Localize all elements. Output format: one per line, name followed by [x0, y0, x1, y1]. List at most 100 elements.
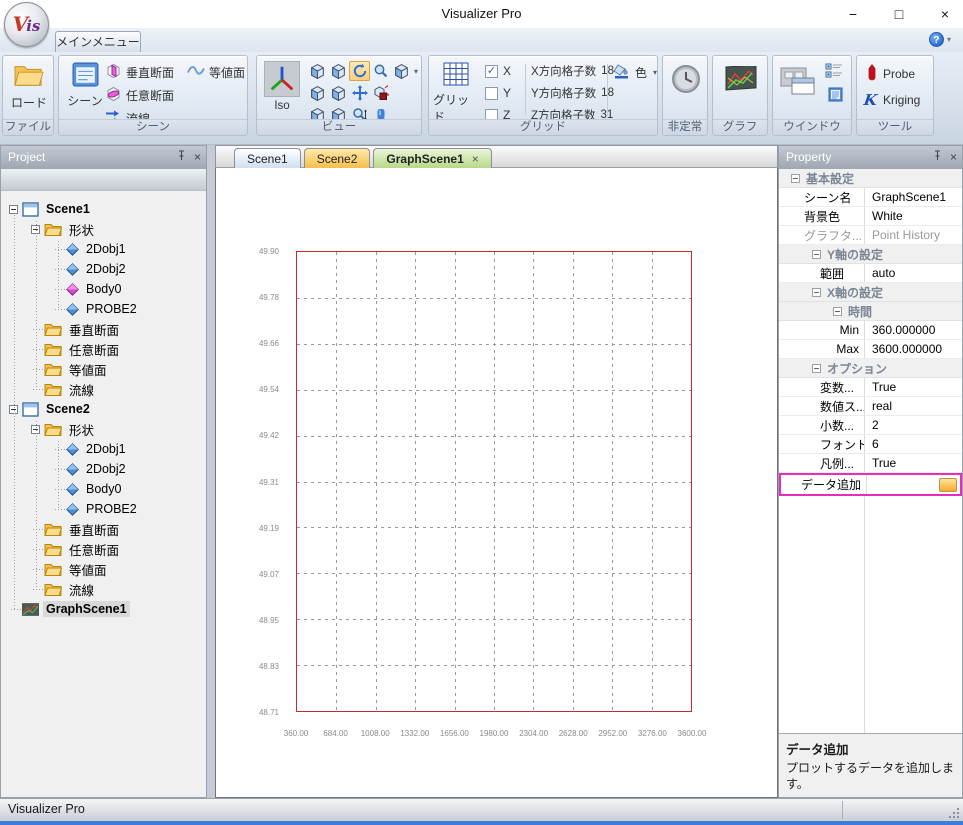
- help-dropdown-caret[interactable]: ▾: [947, 35, 951, 44]
- view-tool-cube-button[interactable]: [307, 61, 328, 81]
- tree-item-GraphScene1[interactable]: GraphScene1: [1, 599, 206, 619]
- view-tool-cube-button[interactable]: [328, 83, 349, 103]
- property-value[interactable]: White: [872, 209, 903, 223]
- tree-item-PROBE2[interactable]: PROBE2: [1, 299, 206, 319]
- tree-item-等値面[interactable]: 等値面: [1, 359, 206, 379]
- tree-item-2Dobj2[interactable]: 2Dobj2: [1, 259, 206, 279]
- iso-view-button[interactable]: Iso: [262, 61, 302, 119]
- probe-button[interactable]: Probe: [867, 62, 915, 86]
- tree-item-流線[interactable]: 流線: [1, 579, 206, 599]
- tree-item-label[interactable]: 2Dobj2: [83, 461, 129, 477]
- tree-item-形状[interactable]: 形状: [1, 219, 206, 239]
- maximize-button[interactable]: □: [889, 6, 909, 22]
- document-tab-Scene1[interactable]: Scene1: [234, 148, 301, 168]
- section-collapse-icon[interactable]: [833, 307, 842, 316]
- tree-item-label[interactable]: 2Dobj2: [83, 261, 129, 277]
- tree-item-label[interactable]: 任意断面: [66, 539, 122, 560]
- checkbox-checked-icon[interactable]: ✓: [485, 65, 498, 78]
- arbitrary-section-button[interactable]: 任意断面: [105, 85, 174, 105]
- load-button[interactable]: ロード: [6, 61, 52, 111]
- tree-item-label[interactable]: 等値面: [66, 559, 110, 580]
- property-value[interactable]: 6: [872, 437, 879, 451]
- tree-item-2Dobj2[interactable]: 2Dobj2: [1, 459, 206, 479]
- property-section-オプション[interactable]: オプション: [779, 359, 962, 378]
- tree-item-任意断面[interactable]: 任意断面: [1, 339, 206, 359]
- view-tool-cube-drop-button[interactable]: [391, 61, 412, 81]
- tab-main-menu[interactable]: メインメニュー: [55, 31, 141, 52]
- pin-icon[interactable]: [933, 150, 942, 164]
- grid-button[interactable]: グリッド: [433, 62, 479, 125]
- tree-item-label[interactable]: 垂直断面: [66, 519, 122, 540]
- property-value[interactable]: Point History: [872, 228, 940, 242]
- tree-item-Body0[interactable]: Body0: [1, 279, 206, 299]
- tree-item-label[interactable]: 流線: [66, 579, 97, 600]
- property-value[interactable]: 3600.000000: [872, 342, 942, 356]
- tree-item-label[interactable]: PROBE2: [83, 301, 140, 317]
- checkbox-unchecked-icon[interactable]: [485, 87, 498, 100]
- property-value[interactable]: auto: [872, 266, 895, 280]
- graph-canvas[interactable]: 49.9049.7849.6649.5449.4249.3149.1949.07…: [215, 168, 778, 798]
- property-value[interactable]: 360.000000: [872, 323, 935, 337]
- section-collapse-icon[interactable]: [812, 288, 821, 297]
- tree-item-垂直断面[interactable]: 垂直断面: [1, 519, 206, 539]
- tree-item-流線[interactable]: 流線: [1, 379, 206, 399]
- tree-item-label[interactable]: 流線: [66, 379, 97, 400]
- section-collapse-icon[interactable]: [791, 174, 800, 183]
- scene-button[interactable]: シーン: [63, 62, 107, 109]
- property-value[interactable]: True: [872, 380, 896, 394]
- color-dropdown-caret[interactable]: ▾: [653, 68, 657, 77]
- help-icon[interactable]: ?: [929, 32, 944, 47]
- tree-item-label[interactable]: Scene2: [43, 401, 93, 417]
- property-value[interactable]: GraphScene1: [872, 190, 946, 204]
- view-tool-rotate-button[interactable]: [349, 61, 370, 81]
- grid-axis-checkbox-Y[interactable]: Y: [485, 82, 511, 104]
- tree-item-Scene1[interactable]: Scene1: [1, 199, 206, 219]
- panel-close-icon[interactable]: ×: [950, 150, 957, 164]
- close-button[interactable]: ×: [935, 6, 955, 22]
- document-tab-Scene2[interactable]: Scene2: [304, 148, 371, 168]
- isosurface-button[interactable]: 等値面: [187, 62, 245, 82]
- window-document-button[interactable]: [828, 86, 843, 106]
- grid-axis-checkbox-X[interactable]: ✓X: [485, 60, 511, 82]
- window-list-button[interactable]: [825, 62, 843, 82]
- color-button[interactable]: 色 ▾: [613, 62, 657, 82]
- tree-item-label[interactable]: 2Dobj1: [83, 241, 129, 257]
- panel-close-icon[interactable]: ×: [194, 150, 201, 164]
- tree-item-label[interactable]: 2Dobj1: [83, 441, 129, 457]
- tree-item-label[interactable]: 形状: [66, 419, 97, 440]
- tree-item-垂直断面[interactable]: 垂直断面: [1, 319, 206, 339]
- view-dropdown-caret[interactable]: ▾: [414, 67, 418, 76]
- add-data-button[interactable]: [939, 478, 957, 492]
- view-tool-cube-add-button[interactable]: [370, 83, 391, 103]
- tree-item-2Dobj1[interactable]: 2Dobj1: [1, 239, 206, 259]
- window-layout-button[interactable]: [779, 66, 819, 101]
- property-value[interactable]: real: [872, 399, 892, 413]
- section-collapse-icon[interactable]: [812, 364, 821, 373]
- view-tool-cube-button[interactable]: [307, 83, 328, 103]
- app-logo-icon[interactable]: Vis: [4, 2, 49, 47]
- tab-close-icon[interactable]: ×: [472, 152, 479, 166]
- property-section-基本設定[interactable]: 基本設定: [779, 169, 962, 188]
- property-section-X軸の設定[interactable]: X軸の設定: [779, 283, 962, 302]
- view-tool-move-button[interactable]: [349, 83, 370, 103]
- tree-item-Scene2[interactable]: Scene2: [1, 399, 206, 419]
- tree-item-label[interactable]: GraphScene1: [43, 601, 130, 617]
- tree-item-label[interactable]: 任意断面: [66, 339, 122, 360]
- tree-item-等値面[interactable]: 等値面: [1, 559, 206, 579]
- tree-item-label[interactable]: Body0: [83, 481, 124, 497]
- property-value[interactable]: True: [872, 456, 896, 470]
- property-value[interactable]: 2: [872, 418, 879, 432]
- tree-item-Body0[interactable]: Body0: [1, 479, 206, 499]
- view-tool-zoom-button[interactable]: [370, 61, 391, 81]
- kriging-button[interactable]: K Kriging: [864, 88, 920, 112]
- tree-item-2Dobj1[interactable]: 2Dobj1: [1, 439, 206, 459]
- unsteady-button[interactable]: [670, 64, 702, 97]
- resize-grip-icon[interactable]: [948, 807, 960, 819]
- tree-expander-icon[interactable]: [9, 205, 18, 214]
- tree-item-PROBE2[interactable]: PROBE2: [1, 499, 206, 519]
- tree-item-label[interactable]: 垂直断面: [66, 319, 122, 340]
- tree-item-label[interactable]: Scene1: [43, 201, 93, 217]
- pin-icon[interactable]: [177, 150, 186, 164]
- tree-item-label[interactable]: PROBE2: [83, 501, 140, 517]
- minimize-button[interactable]: −: [843, 6, 863, 22]
